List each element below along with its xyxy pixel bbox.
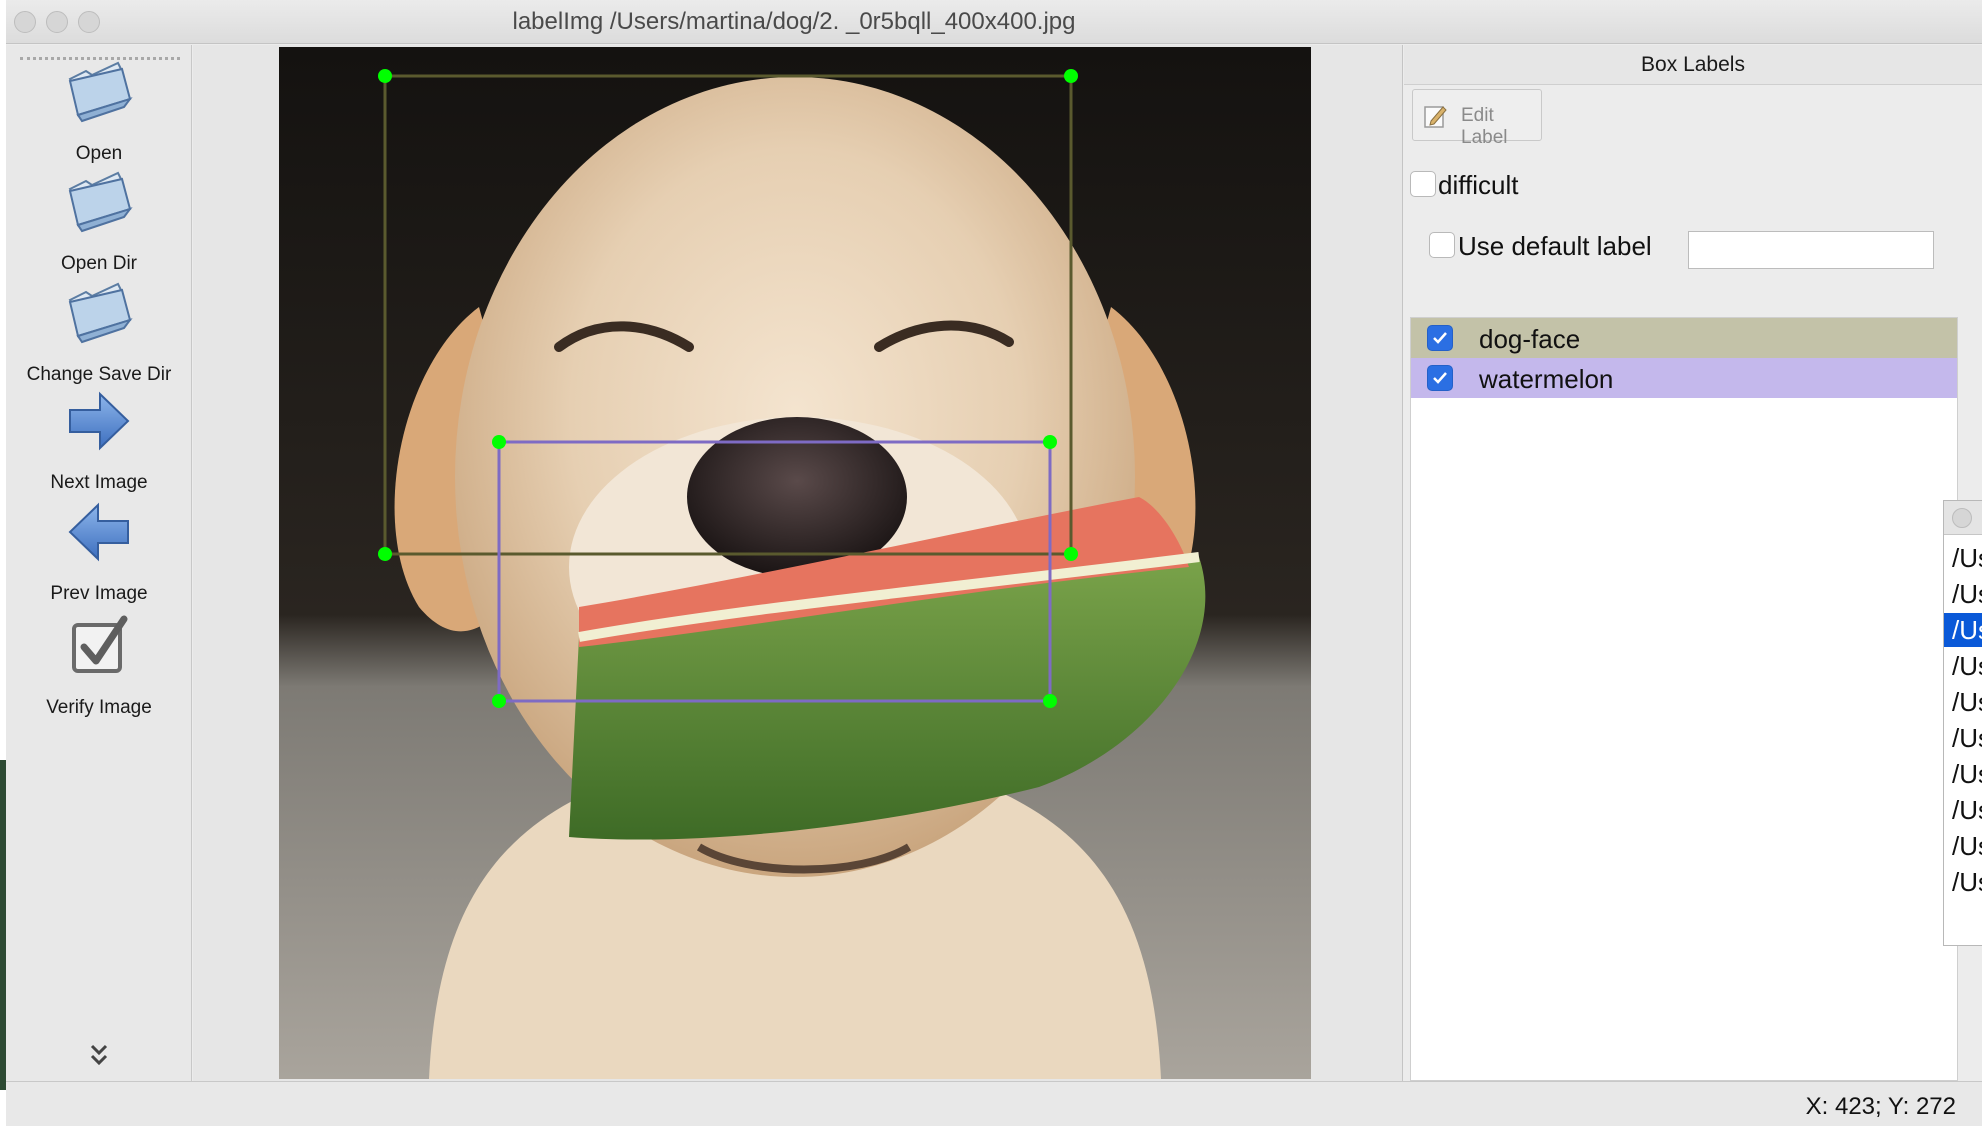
file-list-item[interactable]: /Us <box>1944 865 1982 899</box>
prev-image-label: Prev Image <box>50 583 148 604</box>
file-list-item[interactable]: /Us <box>1944 649 1982 683</box>
window-title: labelImg /Users/martina/dog/2. _0r5bqll_… <box>512 8 1076 35</box>
edit-pencil-icon <box>1424 106 1447 128</box>
use-default-label-text: Use default label <box>1458 231 1652 261</box>
box-handle[interactable] <box>492 694 506 708</box>
checkmark-icon <box>1433 372 1447 384</box>
file-list-item-selected[interactable]: /Us <box>1944 613 1982 647</box>
chevron-double-down-icon[interactable] <box>88 1043 110 1073</box>
box-labels-dock: Box Labels Edit Label difficult Use defa… <box>1404 45 1982 1081</box>
cursor-coordinates: X: 423; Y: 272 <box>1805 1093 1956 1120</box>
desktop: labelImg /Users/martina/dog/2. _0r5bqll_… <box>0 0 1982 1126</box>
title-bar[interactable]: labelImg /Users/martina/dog/2. _0r5bqll_… <box>6 0 1982 44</box>
box-handle[interactable] <box>1064 69 1078 83</box>
verify-image-label: Verify Image <box>46 697 152 718</box>
arrow-left-icon <box>68 502 129 562</box>
labelimg-window: labelImg /Users/martina/dog/2. _0r5bqll_… <box>6 0 1982 1126</box>
box-watermelon[interactable] <box>497 440 1052 703</box>
change-save-dir-label: Change Save Dir <box>26 364 172 385</box>
difficult-checkbox[interactable] <box>1410 171 1436 197</box>
box-handle[interactable] <box>1064 547 1078 561</box>
use-default-label-checkbox[interactable] <box>1429 232 1455 258</box>
tools-toolbar: Open Open Dir Change Save Dir Next Image… <box>6 45 192 1081</box>
image-canvas[interactable] <box>193 45 1403 1081</box>
folder-icon <box>68 282 133 344</box>
box-dog-face[interactable] <box>383 74 1073 556</box>
file-list-item[interactable]: /Us <box>1944 721 1982 755</box>
dock-title[interactable]: Box Labels <box>1404 45 1982 85</box>
checkmark-icon <box>1433 332 1447 344</box>
file-list-item[interactable]: /Us <box>1944 793 1982 827</box>
folder-icon <box>68 171 133 233</box>
file-list-item[interactable]: /Us <box>1944 685 1982 719</box>
edit-label-text: Edit Label <box>1461 105 1508 148</box>
box-handle[interactable] <box>1043 694 1057 708</box>
prev-image-button[interactable]: Prev Image <box>6 497 192 627</box>
default-label-input[interactable] <box>1688 231 1934 269</box>
arrow-right-icon <box>69 391 130 451</box>
label-name: watermelon <box>1479 364 1614 394</box>
file-list-item[interactable]: /Us <box>1944 757 1982 791</box>
file-list-item[interactable]: /Us <box>1944 577 1982 611</box>
next-image-label: Next Image <box>50 472 148 493</box>
box-handle[interactable] <box>1043 435 1057 449</box>
label-visibility-checkbox[interactable] <box>1427 365 1453 391</box>
box-handle[interactable] <box>492 435 506 449</box>
file-list-item[interactable]: /Us <box>1944 829 1982 863</box>
box-handle[interactable] <box>378 69 392 83</box>
checkbox-icon <box>72 615 128 673</box>
folder-icon <box>68 61 133 123</box>
box-handle[interactable] <box>378 547 392 561</box>
label-visibility-checkbox[interactable] <box>1427 325 1453 351</box>
label-item-dog-face[interactable]: dog-face <box>1411 318 1957 358</box>
label-item-watermelon[interactable]: watermelon <box>1411 358 1957 398</box>
open-label: Open <box>75 143 123 164</box>
verify-image-button[interactable]: Verify Image <box>6 611 192 741</box>
label-list[interactable]: dog-face watermelon <box>1410 317 1958 1081</box>
edit-label-button[interactable]: Edit Label <box>1412 89 1542 148</box>
file-list-window[interactable]: /Us /Us /Us /Us /Us /Us /Us /Us /Us /Us <box>1943 500 1982 946</box>
open-dir-label: Open Dir <box>60 253 138 274</box>
status-bar: X: 423; Y: 272 <box>6 1081 1982 1126</box>
close-file-list-button[interactable] <box>1952 508 1972 528</box>
file-list-item[interactable]: /Us <box>1944 541 1982 575</box>
label-name: dog-face <box>1479 324 1581 354</box>
annotation-overlay[interactable] <box>193 45 1403 1081</box>
file-list-titlebar[interactable] <box>1944 501 1982 535</box>
difficult-label: difficult <box>1438 170 1519 200</box>
